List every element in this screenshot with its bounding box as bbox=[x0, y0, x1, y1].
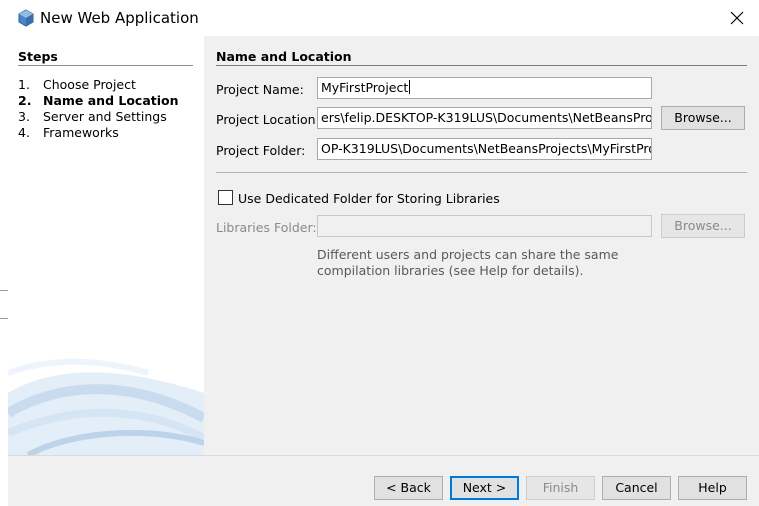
close-icon bbox=[730, 11, 744, 25]
next-button[interactable]: Next > bbox=[450, 476, 519, 500]
step-label: Name and Location bbox=[43, 93, 179, 108]
dedicated-folder-label[interactable]: Use Dedicated Folder for Storing Librari… bbox=[238, 191, 500, 206]
window-title: New Web Application bbox=[40, 9, 199, 27]
browse-location-button[interactable]: Browse... bbox=[661, 106, 745, 130]
step-name-and-location: 2. Name and Location bbox=[18, 93, 179, 108]
project-folder-label: Project Folder: bbox=[216, 143, 306, 158]
project-folder-field: OP-K319LUS\Documents\NetBeansProjects\My… bbox=[317, 138, 652, 160]
help-button[interactable]: Help bbox=[678, 476, 747, 500]
close-button[interactable] bbox=[720, 4, 754, 32]
step-label: Server and Settings bbox=[43, 109, 167, 124]
steps-panel: Steps 1. Choose Project 2. Name and Locati… bbox=[8, 36, 204, 455]
project-name-field[interactable]: MyFirstProject bbox=[317, 77, 652, 99]
step-label: Frameworks bbox=[43, 125, 119, 140]
project-location-field[interactable]: ers\felip.DESKTOP-K319LUS\Documents\NetB… bbox=[317, 107, 652, 129]
finish-button: Finish bbox=[526, 476, 595, 500]
project-location-value: ers\felip.DESKTOP-K319LUS\Documents\NetB… bbox=[321, 110, 652, 125]
name-and-location-panel: Name and Location Project Name: MyFirstP… bbox=[204, 36, 759, 455]
steps-divider bbox=[18, 65, 193, 66]
libraries-folder-field bbox=[317, 215, 652, 237]
step-number: 2. bbox=[18, 93, 32, 108]
dedicated-folder-checkbox[interactable] bbox=[218, 190, 233, 205]
background-window-edge-line bbox=[0, 290, 8, 291]
netbeans-cube-icon bbox=[18, 9, 34, 27]
step-choose-project: 1. Choose Project bbox=[18, 77, 136, 92]
project-name-value: MyFirstProject bbox=[321, 80, 409, 95]
step-label: Choose Project bbox=[43, 77, 136, 92]
back-button[interactable]: < Back bbox=[374, 476, 443, 500]
cancel-button[interactable]: Cancel bbox=[602, 476, 671, 500]
text-caret bbox=[409, 80, 411, 94]
panel-title: Name and Location bbox=[216, 49, 352, 64]
libraries-folder-label: Libraries Folder: bbox=[216, 220, 317, 235]
background-window-edge-line bbox=[0, 318, 8, 319]
libraries-help-text-line2: compilation libraries (see Help for deta… bbox=[317, 263, 584, 278]
project-location-label: Project Location: bbox=[216, 112, 320, 127]
libraries-help-text-line1: Different users and projects can share t… bbox=[317, 247, 619, 262]
browse-libraries-button: Browse... bbox=[661, 214, 745, 238]
panel-title-divider bbox=[216, 65, 747, 66]
step-number: 3. bbox=[18, 109, 30, 124]
step-server-and-settings: 3. Server and Settings bbox=[18, 109, 167, 124]
project-name-label: Project Name: bbox=[216, 82, 304, 97]
step-frameworks: 4. Frameworks bbox=[18, 125, 119, 140]
section-divider bbox=[216, 172, 747, 173]
wizard-decoration-graphic bbox=[8, 358, 204, 455]
project-folder-value: OP-K319LUS\Documents\NetBeansProjects\My… bbox=[321, 141, 652, 156]
title-bar: New Web Application bbox=[8, 0, 759, 36]
steps-title: Steps bbox=[18, 49, 58, 64]
new-web-application-dialog: New Web Application Steps 1. Choose Proje… bbox=[8, 0, 759, 506]
button-bar: < Back Next > Finish Cancel Help bbox=[8, 455, 759, 506]
step-number: 1. bbox=[18, 77, 30, 92]
step-number: 4. bbox=[18, 125, 30, 140]
